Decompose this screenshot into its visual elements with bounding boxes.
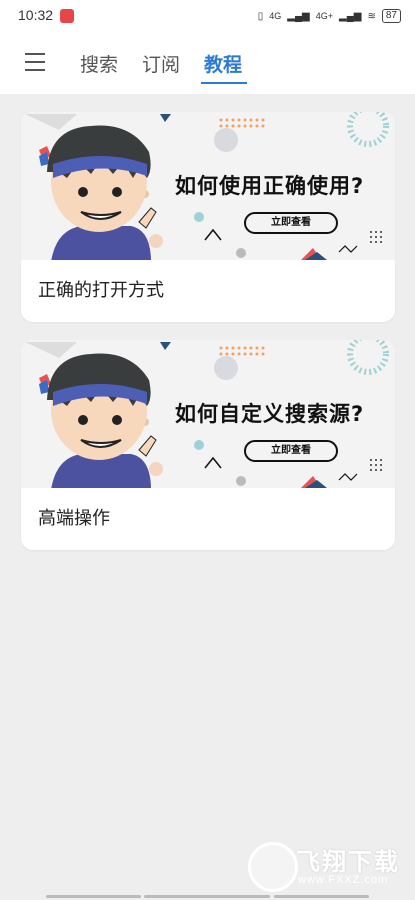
vibrate-icon: ▯	[257, 10, 264, 22]
signal-icon: ▂▄▆	[287, 10, 310, 22]
tab-subscribe[interactable]: 订阅	[142, 50, 180, 77]
card-caption: 高端操作	[38, 508, 110, 529]
status-icons: ▯ 4G ▂▄▆ 4G+ ▂▄▆ ≋ 87	[258, 7, 401, 25]
watermark-logo-icon	[248, 842, 298, 892]
wifi-icon: ≋	[367, 10, 376, 22]
signal-icon-2: ▂▄▆	[339, 10, 362, 22]
tab-search[interactable]: 搜索	[80, 50, 118, 77]
view-now-button[interactable]: 立即查看	[244, 212, 338, 234]
tutorial-card[interactable]: 如何使用正确使用? 立即查看 正确的打开方式	[21, 112, 395, 322]
nav-segment	[46, 895, 141, 898]
status-bar: 10:32 ▯ 4G ▂▄▆ 4G+ ▂▄▆ ≋ 87	[0, 0, 415, 32]
card-caption: 正确的打开方式	[38, 280, 164, 301]
nav-segment	[274, 895, 369, 898]
navigation-bar	[0, 890, 415, 900]
status-time: 10:32	[18, 7, 54, 23]
watermark: 飞翔下载 www.FXXZ.com	[248, 840, 408, 892]
banner-title: 如何使用正确使用?	[175, 174, 365, 198]
tutorial-banner[interactable]: 如何使用正确使用? 立即查看	[21, 112, 395, 260]
tutorial-card[interactable]: 如何自定义搜索源? 立即查看 高端操作	[21, 340, 395, 550]
cartoon-character	[47, 353, 157, 488]
tutorial-banner[interactable]: 如何自定义搜索源? 立即查看	[21, 340, 395, 488]
active-tab-indicator	[201, 82, 247, 84]
watermark-url: www.FXXZ.com	[298, 874, 389, 886]
battery-icon: 87	[381, 9, 401, 23]
tab-tutorial[interactable]: 教程	[204, 50, 242, 77]
network-label: 4G	[269, 10, 282, 21]
menu-icon[interactable]	[25, 53, 45, 71]
app-notification-icon	[60, 9, 74, 23]
network-label-2: 4G+	[315, 10, 334, 21]
watermark-text: 飞翔下载	[296, 848, 400, 876]
banner-title: 如何自定义搜索源?	[175, 402, 365, 426]
nav-segment	[144, 895, 270, 898]
top-bar: 搜索 订阅 教程	[0, 32, 415, 94]
view-now-button[interactable]: 立即查看	[244, 440, 338, 462]
cartoon-character	[47, 125, 157, 260]
